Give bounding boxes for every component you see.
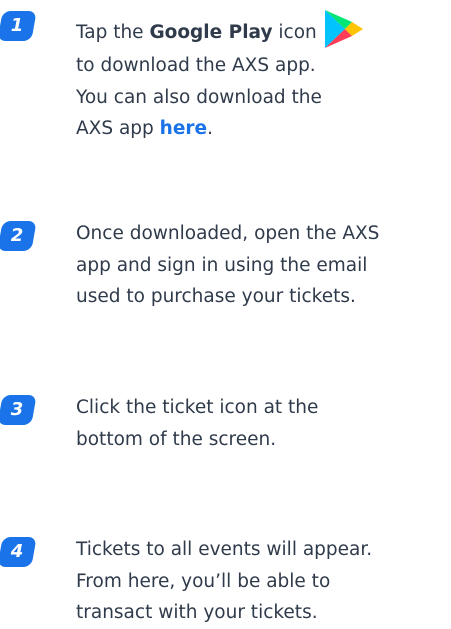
step-text: Once downloaded, open the AXS app and si… (76, 218, 446, 313)
step-number-badge: 3 (0, 395, 37, 425)
step-4-line-3: transact with your tickets. (76, 602, 318, 623)
step-number-badge: 1 (0, 11, 37, 41)
google-play-icon[interactable] (321, 8, 367, 50)
step-number: 2 (10, 225, 24, 246)
step-2-line-2: app and sign in using the email (76, 254, 368, 276)
step-1-line-3: You can also download the (76, 86, 322, 108)
text-suffix: icon (272, 22, 317, 43)
step-3-line-2: bottom of the screen. (76, 428, 277, 450)
step-4-line-1: Tickets to all events will appear. (76, 539, 373, 560)
download-here-link[interactable]: here (160, 118, 207, 139)
step-2-line-1: Once downloaded, open the AXS (76, 223, 380, 244)
step-number-badge: 2 (0, 221, 37, 251)
step-number-badge: 4 (0, 537, 37, 567)
step-1-line-4: AXS app here. (76, 113, 446, 145)
step-text: Tickets to all events will appear. From … (76, 534, 446, 629)
step-text: Tap the Google Play icon to download the… (76, 8, 446, 145)
step-text: Click the ticket icon at the bottom of t… (76, 392, 446, 455)
instruction-steps: 1 Tap the Google Play icon to download t… (0, 0, 451, 629)
step-number: 4 (10, 541, 24, 562)
google-play-label: Google Play (149, 22, 273, 43)
step-3-line-1: Click the ticket icon at the (76, 397, 319, 418)
step-2-line-3: used to purchase your tickets. (76, 286, 356, 307)
step-number: 3 (10, 399, 24, 420)
step-1-line-1: Tap the Google Play icon (76, 8, 446, 50)
text-prefix: AXS app (76, 118, 160, 139)
text-prefix: Tap the (76, 22, 150, 43)
step-4-line-2: From here, you’ll be able to (76, 570, 331, 592)
text-suffix: . (207, 118, 213, 139)
step-number: 1 (10, 15, 24, 36)
step-1-line-2: to download the AXS app. (76, 55, 316, 76)
